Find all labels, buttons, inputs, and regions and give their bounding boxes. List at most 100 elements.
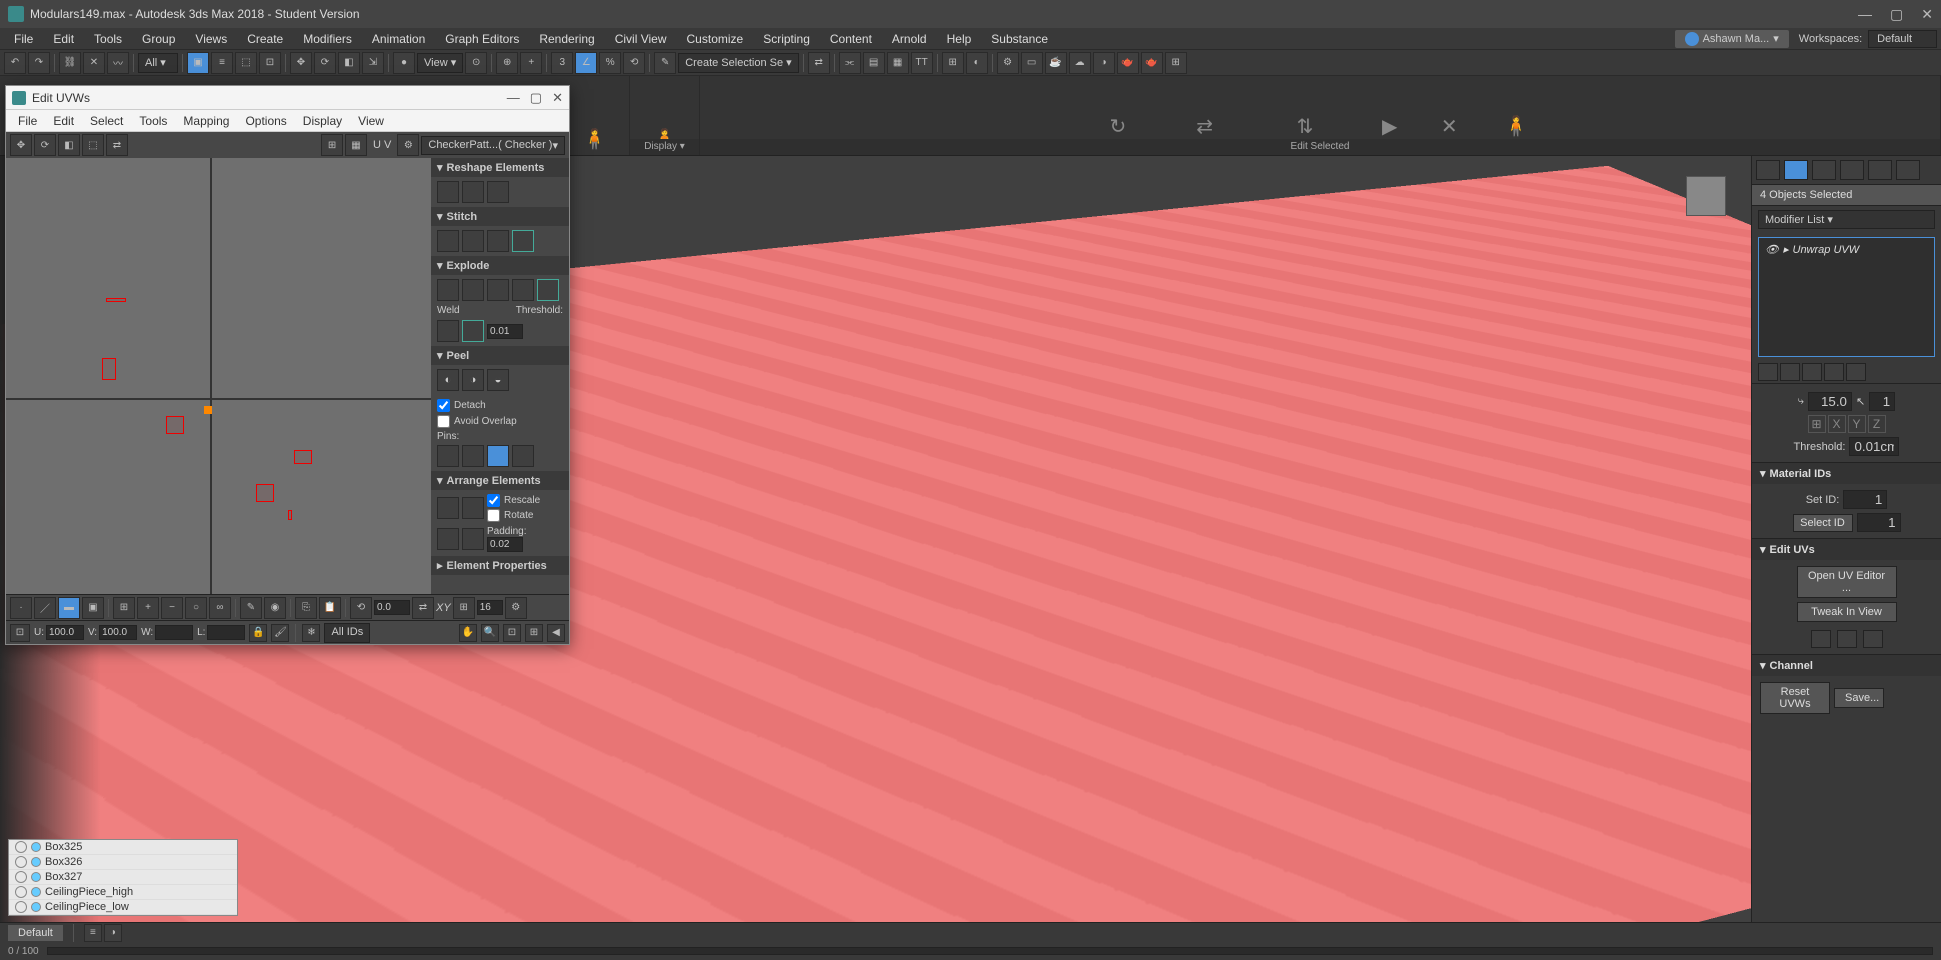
- create-tab[interactable]: [1756, 160, 1780, 180]
- uv-menu-select[interactable]: Select: [82, 112, 131, 130]
- uv-close-icon[interactable]: ✕: [552, 90, 563, 106]
- menu-animation[interactable]: Animation: [362, 29, 435, 49]
- uv-grid-size[interactable]: [477, 600, 503, 615]
- uv-menu-mapping[interactable]: Mapping: [175, 112, 237, 130]
- angle-threshold-input[interactable]: [1808, 392, 1852, 411]
- edit-uvs-rollout-header[interactable]: ▾ Edit UVs: [1752, 539, 1941, 560]
- teapot-alt-icon[interactable]: 🫖: [1141, 52, 1163, 74]
- peel-mode-button[interactable]: ◑: [462, 369, 484, 391]
- material-editor-button[interactable]: ◐: [966, 52, 988, 74]
- avoid-overlap-checkbox[interactable]: Avoid Overlap: [437, 415, 517, 428]
- axis-z-button[interactable]: Z: [1868, 415, 1886, 433]
- stitch-rollout[interactable]: ▾ Stitch: [431, 207, 569, 226]
- detach-checkbox[interactable]: Detach: [437, 399, 486, 412]
- uv-copy-button[interactable]: ⎘: [295, 597, 317, 619]
- threshold-input[interactable]: [1849, 437, 1899, 456]
- visibility-icon[interactable]: [15, 841, 27, 853]
- axis-x-button[interactable]: X: [1828, 415, 1846, 433]
- channel-rollout-header[interactable]: ▾ Channel: [1752, 655, 1941, 676]
- pack-normalize-button[interactable]: [462, 497, 484, 519]
- padding-input[interactable]: [487, 537, 523, 552]
- select-id-input[interactable]: [1857, 513, 1901, 532]
- pack-together-button[interactable]: [437, 497, 459, 519]
- freeze-icon[interactable]: [31, 887, 41, 897]
- uv-texture-dropdown[interactable]: CheckerPatt...( Checker )▾: [421, 136, 565, 155]
- curve-editor-button[interactable]: TT: [911, 52, 933, 74]
- uv-rotate-90[interactable]: ⟲: [350, 597, 372, 619]
- unlink-button[interactable]: ✕: [83, 52, 105, 74]
- user-account-button[interactable]: Ashawn Ma... ▾: [1675, 30, 1789, 48]
- uv-snow-button[interactable]: ❄: [302, 624, 320, 642]
- uv-element-mode[interactable]: ▣: [82, 597, 104, 619]
- uv-zoom-region-button[interactable]: ⊡: [503, 624, 521, 642]
- straighten-button[interactable]: [437, 181, 459, 203]
- undo-button[interactable]: ↶: [4, 52, 26, 74]
- select-object-button[interactable]: ▣: [187, 52, 209, 74]
- stitch-avg-button[interactable]: [487, 230, 509, 252]
- named-selection-dropdown[interactable]: Create Selection Se ▾: [678, 53, 798, 73]
- uv-menu-display[interactable]: Display: [295, 112, 350, 130]
- quick-flatten-button[interactable]: [1863, 630, 1883, 648]
- teapot-icon[interactable]: 🫖: [1117, 52, 1139, 74]
- tweak-in-view-button[interactable]: Tweak In View: [1797, 602, 1897, 622]
- selection-filter-dropdown[interactable]: All ▾: [138, 53, 178, 73]
- uv-snap-button[interactable]: ⊞: [453, 597, 475, 619]
- menu-scripting[interactable]: Scripting: [753, 29, 820, 49]
- set-id-input[interactable]: [1843, 490, 1887, 509]
- menu-content[interactable]: Content: [820, 29, 882, 49]
- uv-edge-mode[interactable]: ／: [34, 597, 56, 619]
- uv-vertex-mode[interactable]: ·: [10, 597, 32, 619]
- render-production-button[interactable]: ☕: [1045, 52, 1067, 74]
- select-id-button[interactable]: Select ID: [1793, 514, 1853, 532]
- peel-rollout[interactable]: ▾ Peel: [431, 346, 569, 365]
- uv-brush-button[interactable]: 🖌: [271, 624, 289, 642]
- uv-ring-button[interactable]: ○: [185, 597, 207, 619]
- maximize-icon[interactable]: ▢: [1890, 6, 1903, 23]
- scene-item[interactable]: Box326: [9, 855, 237, 870]
- uv-grow-button[interactable]: +: [137, 597, 159, 619]
- v-input[interactable]: [99, 625, 137, 640]
- remove-modifier-button[interactable]: [1824, 363, 1844, 381]
- pin-add-button[interactable]: [437, 445, 459, 467]
- select-by-name-button[interactable]: ≡: [211, 52, 233, 74]
- uv-rotate-button[interactable]: ⟳: [34, 134, 56, 156]
- scene-item[interactable]: CeilingPiece_high: [9, 885, 237, 900]
- menu-create[interactable]: Create: [237, 29, 293, 49]
- redo-button[interactable]: ↷: [28, 52, 50, 74]
- menu-graph-editors[interactable]: Graph Editors: [435, 29, 529, 49]
- link-button[interactable]: ⛓: [59, 52, 81, 74]
- stitch-selected-button[interactable]: [437, 230, 459, 252]
- explode-rollout[interactable]: ▾ Explode: [431, 256, 569, 275]
- make-unique-button[interactable]: [1802, 363, 1822, 381]
- menu-arnold[interactable]: Arnold: [882, 29, 937, 49]
- relax-button[interactable]: [462, 181, 484, 203]
- layer-explorer-button[interactable]: ▤: [863, 52, 885, 74]
- visibility-icon[interactable]: [15, 901, 27, 913]
- arrange-rollout[interactable]: ▾ Arrange Elements: [431, 471, 569, 490]
- grid-icon[interactable]: ⊞: [1165, 52, 1187, 74]
- use-pivot-button[interactable]: ⊙: [465, 52, 487, 74]
- stitch-target-button[interactable]: [512, 230, 534, 252]
- schematic-view-button[interactable]: ⊞: [942, 52, 964, 74]
- weld-selected-button[interactable]: [437, 320, 459, 342]
- window-crossing-button[interactable]: ⊡: [259, 52, 281, 74]
- menu-file[interactable]: File: [4, 29, 43, 49]
- freeze-icon[interactable]: [31, 857, 41, 867]
- motion-tab[interactable]: [1840, 160, 1864, 180]
- uv-mirror-button[interactable]: ⇄: [106, 134, 128, 156]
- uv-menu-edit[interactable]: Edit: [45, 112, 82, 130]
- pin-stack-button[interactable]: [1758, 363, 1778, 381]
- visibility-icon[interactable]: [15, 886, 27, 898]
- uv-window-titlebar[interactable]: Edit UVWs — ▢ ✕: [6, 86, 569, 110]
- uv-select-by-elem[interactable]: ⊞: [113, 597, 135, 619]
- spinner-input[interactable]: [1869, 392, 1895, 411]
- uv-options-bottom[interactable]: ⚙: [505, 597, 527, 619]
- rescale-checkbox[interactable]: Rescale: [487, 494, 540, 507]
- l-input[interactable]: [207, 625, 245, 640]
- element-props-rollout[interactable]: ▸ Element Properties: [431, 556, 569, 575]
- w-input[interactable]: [155, 625, 193, 640]
- configure-sets-button[interactable]: [1846, 363, 1866, 381]
- save-uvws-button[interactable]: Save...: [1834, 688, 1884, 708]
- modify-tab[interactable]: [1784, 160, 1808, 180]
- flatten-poly-button[interactable]: [462, 279, 484, 301]
